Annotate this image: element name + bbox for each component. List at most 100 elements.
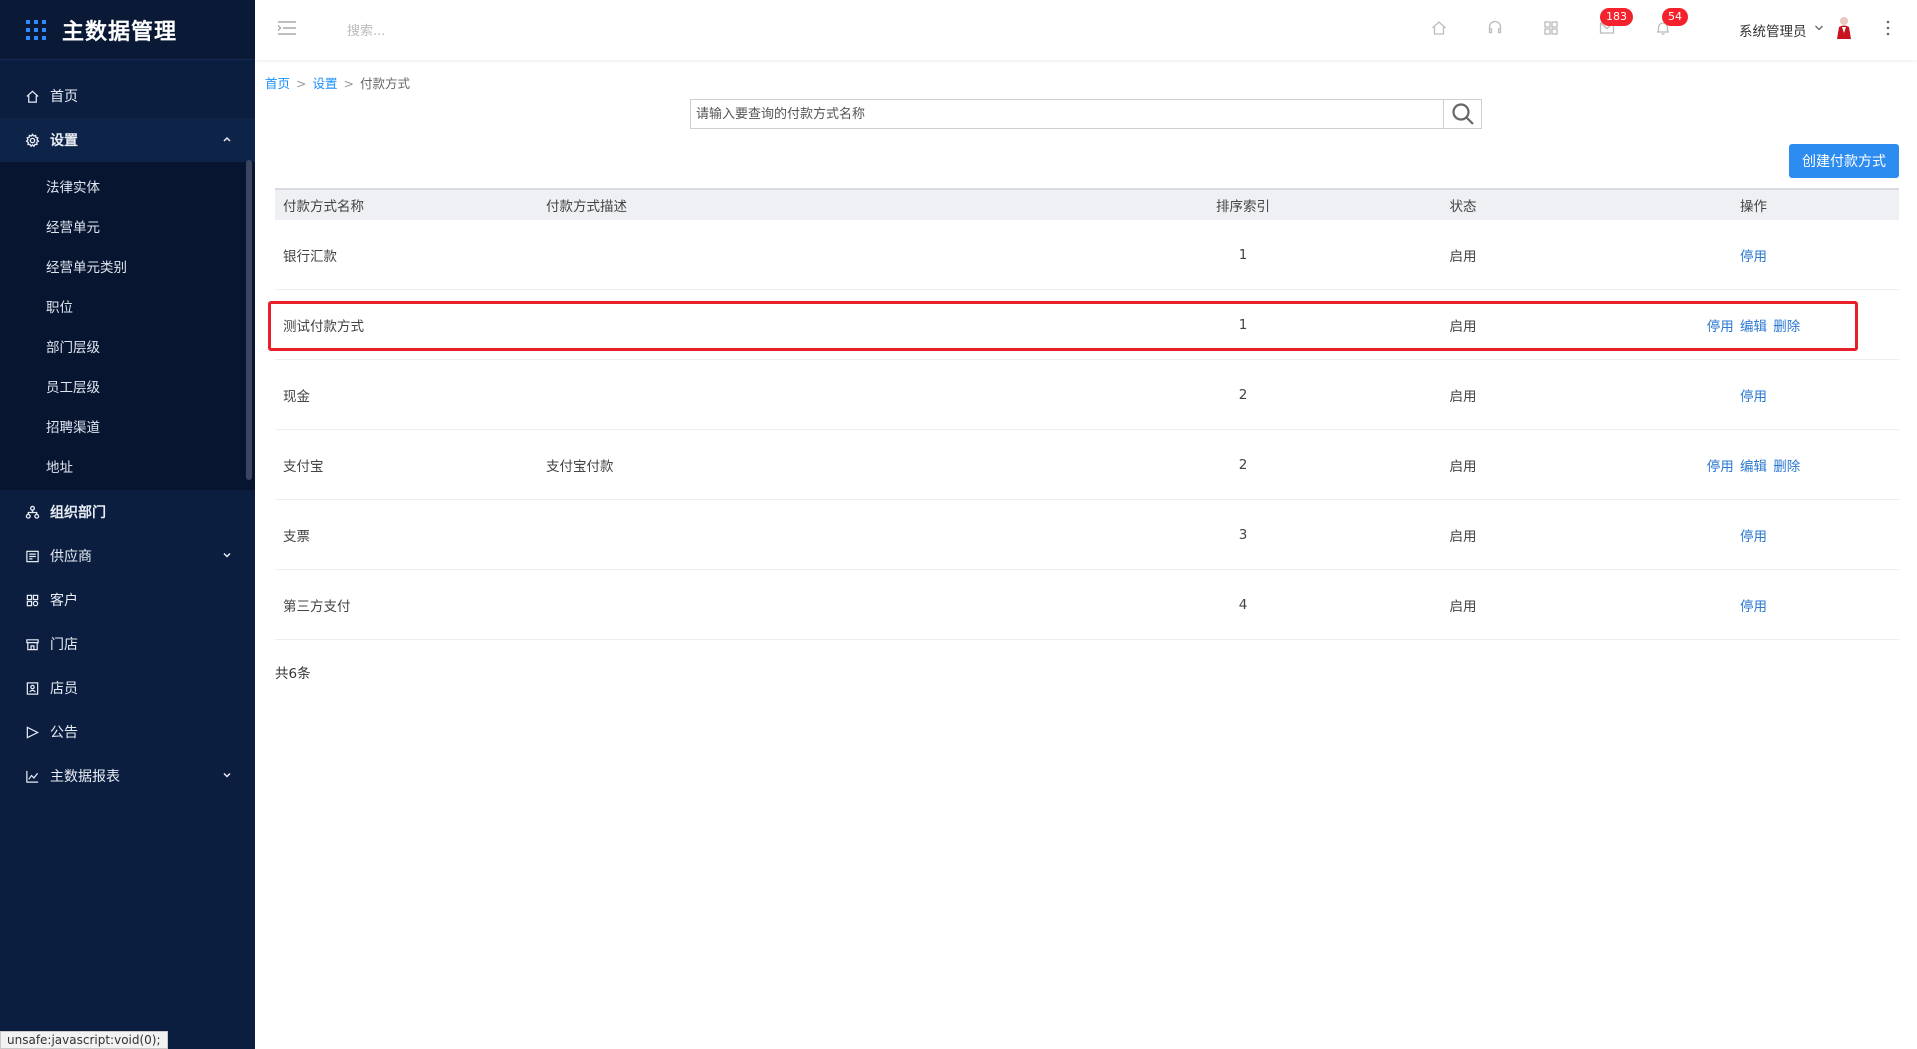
sidebar-subitem-department-level[interactable]: 部门层级 <box>0 326 255 366</box>
cell-actions: 停用 <box>1608 245 1899 265</box>
sidebar-item-label: 组织部门 <box>50 505 106 521</box>
header-sort-index: 排序索引 <box>1216 199 1270 215</box>
sidebar-item-reports[interactable]: 主数据报表 <box>0 754 255 798</box>
cell-status: 启用 <box>1449 388 1477 405</box>
sidebar-item-announcement[interactable]: 公告 <box>0 710 255 754</box>
breadcrumb-separator: > <box>343 76 354 91</box>
cell-name: 支付宝 <box>283 458 324 475</box>
more-vertical-icon[interactable] <box>1885 18 1891 38</box>
breadcrumb-current: 付款方式 <box>360 76 411 91</box>
edit-link[interactable]: 编辑 <box>1740 319 1767 335</box>
home-icon <box>24 88 40 104</box>
cell-actions: 停用 <box>1608 595 1899 615</box>
search-button[interactable] <box>1443 100 1481 128</box>
notifications-badge: 54 <box>1662 8 1688 26</box>
cell-status: 启用 <box>1449 528 1477 545</box>
disable-link[interactable]: 停用 <box>1707 319 1734 335</box>
customer-icon <box>24 592 40 608</box>
menu-toggle-icon[interactable] <box>277 20 297 36</box>
sidebar-item-label: 门店 <box>50 637 78 653</box>
sidebar-item-label: 公告 <box>50 725 78 741</box>
cell-sort-index: 1 <box>1238 316 1248 333</box>
cell-status: 启用 <box>1449 248 1477 265</box>
apps-grid-icon <box>26 19 46 40</box>
disable-link[interactable]: 停用 <box>1740 249 1767 265</box>
payment-search <box>690 99 1482 129</box>
chevron-up-icon <box>223 136 231 142</box>
disable-link[interactable]: 停用 <box>1740 599 1767 615</box>
headset-icon[interactable] <box>1486 19 1504 37</box>
cell-name: 支票 <box>283 528 310 545</box>
app-title: 主数据管理 <box>62 19 178 45</box>
supplier-icon <box>24 548 40 564</box>
sidebar-item-label: 客户 <box>50 593 78 609</box>
sidebar-scrollbar[interactable] <box>246 160 252 480</box>
header-name: 付款方式名称 <box>283 199 364 215</box>
sidebar-item-label: 供应商 <box>50 549 92 565</box>
disable-link[interactable]: 停用 <box>1740 529 1767 545</box>
sidebar-item-supplier[interactable]: 供应商 <box>0 534 255 578</box>
user-menu[interactable]: 系统管理员 <box>1739 20 1807 40</box>
store-icon <box>24 636 40 652</box>
sidebar-item-org[interactable]: 组织部门 <box>0 490 255 534</box>
payment-search-input[interactable] <box>691 100 1431 128</box>
breadcrumb-settings[interactable]: 设置 <box>313 76 338 91</box>
messages-badge: 183 <box>1600 8 1633 26</box>
sidebar-subitem-legal-entity[interactable]: 法律实体 <box>0 166 255 206</box>
cell-status: 启用 <box>1449 458 1477 475</box>
disable-link[interactable]: 停用 <box>1740 389 1767 405</box>
disable-link[interactable]: 停用 <box>1707 459 1734 475</box>
sidebar-subitem-business-unit-category[interactable]: 经营单元类别 <box>0 246 255 286</box>
sidebar-item-clerk[interactable]: 店员 <box>0 666 255 710</box>
sidebar-item-label: 主数据报表 <box>50 769 120 785</box>
delete-link[interactable]: 删除 <box>1773 459 1800 475</box>
announcement-icon <box>24 724 40 740</box>
table-row: 银行汇款 1 启用 停用 <box>275 220 1899 290</box>
cell-sort-index: 1 <box>1238 246 1248 263</box>
cell-sort-index: 4 <box>1238 596 1248 613</box>
sidebar-subitem-employee-level[interactable]: 员工层级 <box>0 366 255 406</box>
edit-link[interactable]: 编辑 <box>1740 459 1767 475</box>
cell-status: 启用 <box>1449 318 1477 335</box>
create-payment-method-button[interactable]: 创建付款方式 <box>1789 144 1899 178</box>
chevron-down-icon <box>223 552 231 558</box>
avatar[interactable] <box>1835 16 1853 40</box>
breadcrumb-home[interactable]: 首页 <box>265 76 290 91</box>
sidebar-item-label: 首页 <box>50 89 78 105</box>
clerk-icon <box>24 680 40 696</box>
breadcrumb: 首页 > 设置 > 付款方式 <box>265 73 410 92</box>
table-header: 付款方式名称 付款方式描述 排序索引 状态 操作 <box>275 188 1899 220</box>
settings-submenu: 法律实体 经营单元 经营单元类别 职位 部门层级 员工层级 招聘渠道 地址 <box>0 162 255 490</box>
sidebar-subitem-address[interactable]: 地址 <box>0 446 255 486</box>
table-row: 支票 3 启用 停用 <box>275 500 1899 570</box>
sidebar: 主数据管理 首页 设置 法律实体 经营单元 经营单元类别 职位 部门层级 员工层… <box>0 0 255 1049</box>
table-row: 测试付款方式 1 启用 停用 编辑 删除 <box>275 290 1899 360</box>
browser-status-bar: unsafe:javascript:void(0); <box>0 1031 168 1049</box>
gear-icon <box>24 132 40 148</box>
home-icon[interactable] <box>1430 19 1448 37</box>
payment-methods-table: 付款方式名称 付款方式描述 排序索引 状态 操作 银行汇款 1 启用 停用 测试… <box>275 188 1899 640</box>
cell-name: 测试付款方式 <box>283 318 364 335</box>
sidebar-subitem-recruit-channel[interactable]: 招聘渠道 <box>0 406 255 446</box>
top-search-input[interactable]: 搜索... <box>347 20 385 39</box>
sidebar-item-home[interactable]: 首页 <box>0 74 255 118</box>
cell-status: 启用 <box>1449 598 1477 615</box>
cell-name: 现金 <box>283 388 310 405</box>
chevron-down-icon[interactable] <box>1814 24 1824 32</box>
search-icon <box>1451 103 1474 125</box>
cell-sort-index: 2 <box>1238 456 1248 473</box>
sidebar-menu: 首页 设置 法律实体 经营单元 经营单元类别 职位 部门层级 员工层级 招聘渠道… <box>0 60 255 798</box>
cell-sort-index: 3 <box>1238 526 1248 543</box>
sidebar-item-customer[interactable]: 客户 <box>0 578 255 622</box>
cell-actions: 停用 编辑 删除 <box>1608 455 1899 475</box>
apps-icon[interactable] <box>1542 19 1560 37</box>
sidebar-subitem-position[interactable]: 职位 <box>0 286 255 326</box>
sidebar-subitem-business-unit[interactable]: 经营单元 <box>0 206 255 246</box>
delete-link[interactable]: 删除 <box>1773 319 1800 335</box>
cell-actions: 停用 <box>1608 385 1899 405</box>
sidebar-item-settings[interactable]: 设置 <box>0 118 255 162</box>
app-logo[interactable]: 主数据管理 <box>0 0 255 60</box>
breadcrumb-separator: > <box>296 76 307 91</box>
cell-actions: 停用 <box>1608 525 1899 545</box>
sidebar-item-store[interactable]: 门店 <box>0 622 255 666</box>
